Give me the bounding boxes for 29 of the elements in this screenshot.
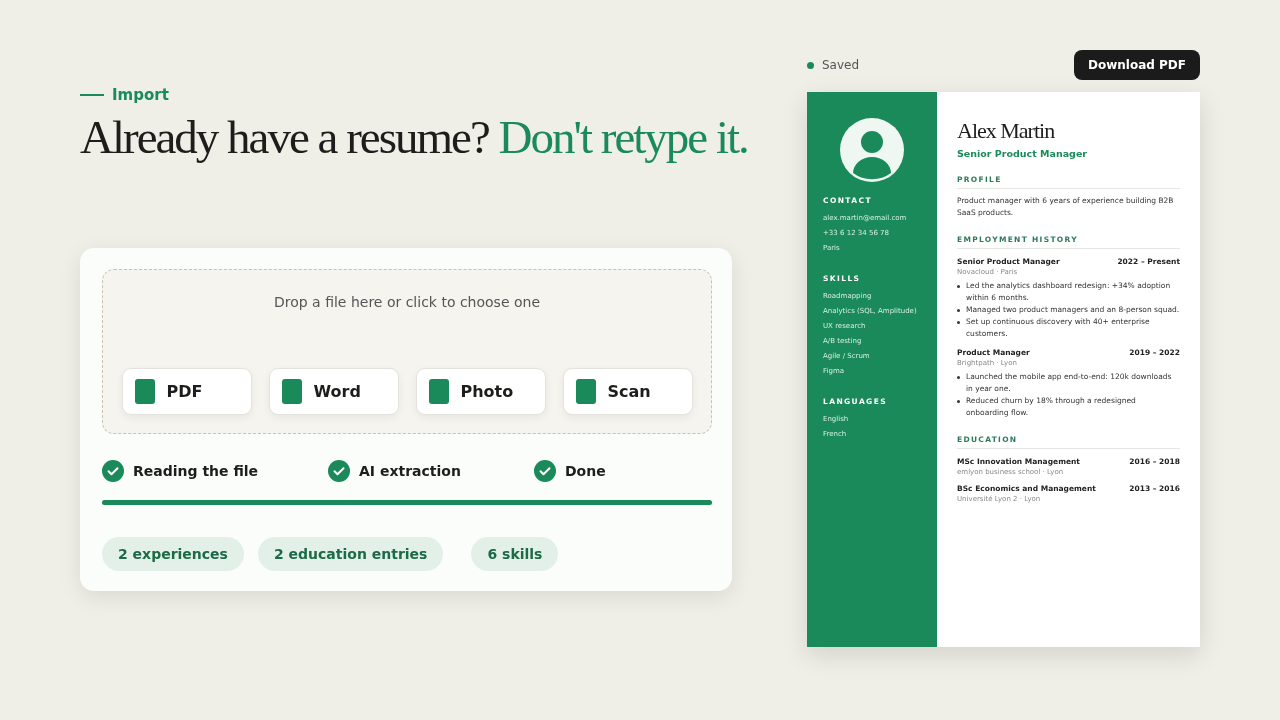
bullet-dot <box>957 400 960 403</box>
status-dot <box>807 61 814 69</box>
page-heading: Already have a resume? Don't retype it. <box>80 112 749 164</box>
drop-prompt: Drop a file here or click to choose one <box>273 293 541 310</box>
file-icon <box>575 378 596 404</box>
resume-name: Alex Martin <box>957 118 1056 144</box>
file-icon <box>281 378 302 404</box>
step-label: Done <box>565 462 606 479</box>
step-label: AI extraction <box>359 462 461 479</box>
file-icon <box>134 378 155 404</box>
summary-chip: 2 experiences <box>102 536 244 571</box>
file-type-button[interactable]: Word <box>268 367 399 415</box>
file-icon <box>428 378 449 404</box>
summary-chip: 6 skills <box>471 536 559 571</box>
bullet-dot <box>957 321 960 324</box>
file-type-button[interactable]: PDF <box>121 367 252 415</box>
resume-title: Senior Product Manager <box>957 148 1088 159</box>
download-button[interactable]: Download PDF <box>1074 50 1200 80</box>
file-type-button[interactable]: Scan <box>562 367 693 415</box>
save-status: Saved <box>822 58 860 72</box>
avatar-icon <box>840 118 904 182</box>
file-type-button[interactable]: Photo <box>415 367 546 415</box>
summary-chip: 2 education entries <box>257 536 444 571</box>
step-label: Reading the file <box>133 462 259 479</box>
drop-zone[interactable]: Drop a file here or click to choose one PDF Word Photo Scan <box>102 268 712 434</box>
bullet-dot <box>957 309 960 312</box>
bullet-dot <box>957 376 960 379</box>
section-label: Import <box>112 86 169 104</box>
bullet-dot <box>957 285 960 288</box>
